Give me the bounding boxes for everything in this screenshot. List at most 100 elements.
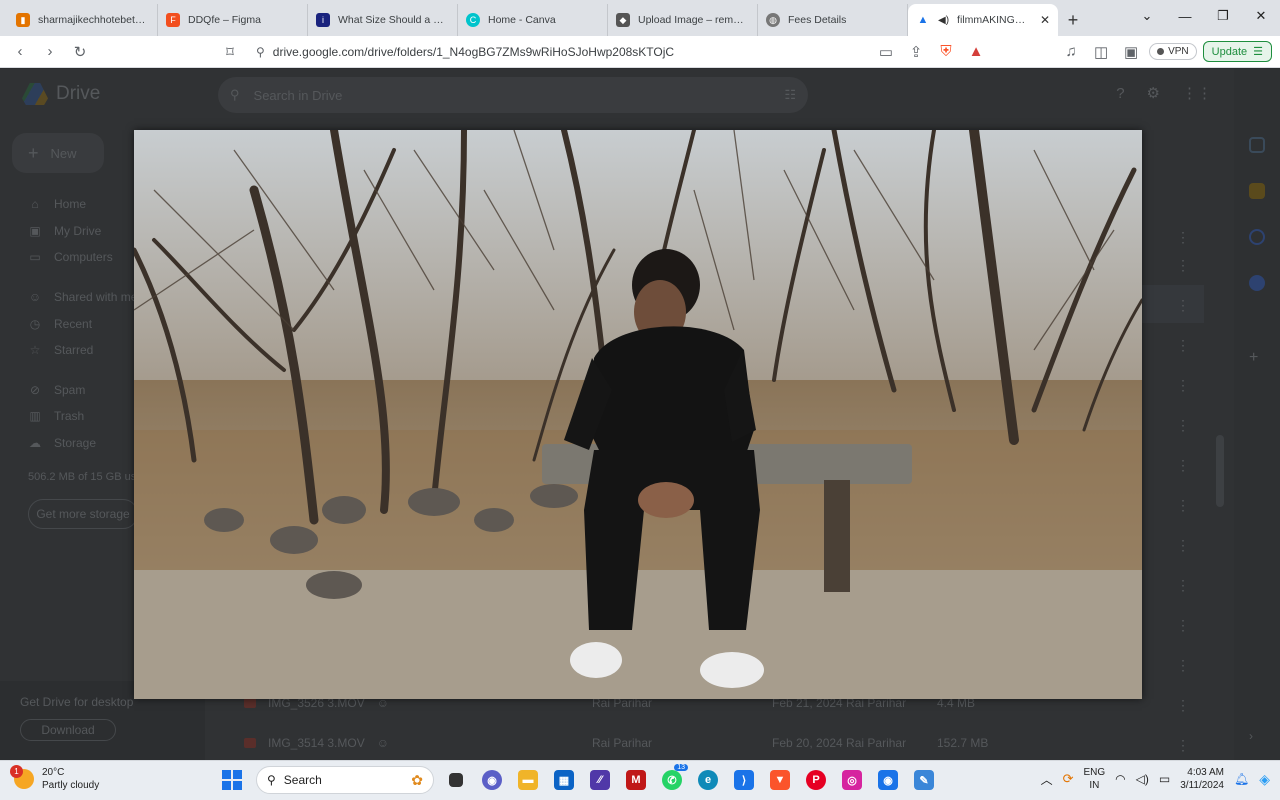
nav-spam[interactable]: ⊘ Spam (28, 377, 137, 404)
pinterest-icon[interactable]: P (802, 766, 830, 794)
brave-icon[interactable]: ▼ (766, 766, 794, 794)
nav-computers[interactable]: ▭ Computers (28, 244, 137, 271)
nav-trash[interactable]: ▥ Trash (28, 403, 137, 430)
nav-my-drive[interactable]: ▣ My Drive (28, 218, 137, 245)
contacts-icon[interactable] (1249, 275, 1265, 291)
tasks-icon[interactable] (1249, 229, 1265, 245)
copilot-icon[interactable]: ◈ (1259, 771, 1270, 788)
image-preview[interactable] (134, 130, 1142, 699)
taskbar-search[interactable]: ⚲ Search ✿ (256, 766, 434, 794)
reload-icon[interactable]: ↻ (68, 40, 92, 64)
more-actions-icon[interactable]: ⋮ (1176, 229, 1190, 246)
windows-start-icon[interactable] (222, 770, 242, 790)
site-settings-icon[interactable]: ⚲ (256, 45, 265, 59)
install-app-icon[interactable]: ▭ (874, 40, 898, 64)
keep-icon[interactable] (1249, 183, 1265, 199)
task-view-icon[interactable] (442, 766, 470, 794)
clock[interactable]: 4:03 AM 3/11/2024 (1180, 766, 1224, 792)
tab-drive-active[interactable]: ▲ ◀) filmmAKINGCOM ✕ (908, 4, 1058, 36)
language-indicator[interactable]: ENG IN (1084, 766, 1106, 792)
help-icon[interactable]: ? (1116, 85, 1124, 102)
nav-starred[interactable]: ☆ Starred (28, 337, 137, 364)
forward-icon[interactable]: › (38, 40, 62, 64)
show-hidden-icons-icon[interactable]: ︿ (1041, 771, 1053, 788)
get-more-storage-button[interactable]: Get more storage (28, 499, 138, 529)
drive-logo[interactable]: Drive (22, 83, 100, 105)
download-button[interactable]: Download (20, 719, 116, 741)
new-tab-button[interactable]: + (1058, 4, 1088, 36)
wallet-icon[interactable]: ▣ (1119, 40, 1143, 64)
scrollbar-thumb[interactable] (1216, 435, 1224, 507)
minimize-icon[interactable]: — (1166, 0, 1204, 32)
close-window-icon[interactable]: ✕ (1242, 0, 1280, 32)
bookmark-icon[interactable]: ⌑ (218, 40, 242, 64)
tab-analytics[interactable]: ▮ sharmajikechhotebete - C (8, 4, 158, 36)
tab-remove-bg[interactable]: ◆ Upload Image – remove.b (608, 4, 758, 36)
whatsapp-icon[interactable]: ✆ 13 (658, 764, 688, 794)
edge-icon[interactable]: e (694, 766, 722, 794)
more-actions-icon[interactable]: ⋮ (1176, 457, 1190, 474)
camera-app-icon[interactable]: ◉ (874, 766, 902, 794)
media-controls-icon[interactable]: ♫ (1059, 40, 1083, 64)
more-actions-icon[interactable]: ⋮ (1176, 537, 1190, 554)
tab-figma[interactable]: F DDQfe – Figma (158, 4, 308, 36)
new-button[interactable]: + New (12, 133, 104, 173)
update-button[interactable]: Update ☰ (1202, 41, 1272, 62)
more-actions-icon[interactable]: ⋮ (1176, 257, 1190, 274)
file-explorer-icon[interactable]: ▬ (514, 766, 542, 794)
nav-recent[interactable]: ◷ Recent (28, 310, 137, 337)
more-actions-icon[interactable]: ⋮ (1176, 337, 1190, 354)
volume-icon[interactable]: ◁) (1136, 772, 1149, 786)
more-actions-icon[interactable]: ⋮ (1176, 497, 1190, 514)
weather-widget[interactable]: 1 20°C Partly cloudy (10, 765, 100, 792)
sidebar-icon[interactable]: ◫ (1089, 40, 1113, 64)
close-tab-icon[interactable]: ✕ (1040, 13, 1050, 27)
vscode-icon[interactable]: ⟩ (730, 766, 758, 794)
restore-icon[interactable]: ❐ (1204, 0, 1242, 32)
search-highlight-icon: ✿ (411, 771, 423, 788)
address-bar[interactable]: ⚲ drive.google.com/drive/folders/1_N4ogB… (248, 40, 868, 64)
nav-home[interactable]: ⌂ Home (28, 191, 137, 218)
add-addon-icon[interactable]: + (1249, 349, 1265, 366)
tab-search-icon[interactable]: ⌄ (1128, 0, 1166, 32)
more-actions-icon[interactable]: ⋮ (1176, 577, 1190, 594)
more-actions-icon[interactable]: ⋮ (1176, 417, 1190, 434)
cloud-icon: ☁ (29, 436, 41, 451)
nav-storage[interactable]: ☁ Storage (28, 430, 137, 457)
instagram-icon[interactable]: ◎ (838, 766, 866, 794)
video-file-icon (244, 738, 256, 748)
vpn-button[interactable]: VPN (1149, 43, 1197, 60)
share-icon[interactable]: ⇪ (904, 40, 928, 64)
file-name: IMG_3514 3.MOV (268, 736, 365, 750)
weather-desc: Partly cloudy (42, 780, 100, 791)
drive-search-bar[interactable]: ⚲ Search in Drive ☷ (218, 77, 808, 113)
settings-gear-icon[interactable]: ⚙ (1147, 84, 1160, 102)
notification-bell-icon[interactable]: 🔔︎ (1234, 772, 1249, 786)
brave-shields-icon[interactable]: ⛨ (934, 40, 958, 64)
table-row[interactable]: IMG_3514 3.MOV ☺ Rai Parihar Feb 20, 2024… (214, 723, 1204, 763)
wifi-icon[interactable]: ◠ (1115, 772, 1125, 786)
tab-canva[interactable]: C Home - Canva (458, 4, 608, 36)
collapse-panel-icon[interactable]: › (1249, 729, 1265, 745)
sync-icon[interactable]: ⟳ (1063, 771, 1074, 787)
back-icon[interactable]: ‹ (8, 40, 32, 64)
more-actions-icon[interactable]: ⋮ (1176, 377, 1190, 394)
tab-logo-article[interactable]: i What Size Should a Logo (308, 4, 458, 36)
store-icon[interactable]: ▦ (550, 766, 578, 794)
apps-grid-icon[interactable]: ⋮⋮ (1182, 84, 1212, 102)
search-options-icon[interactable]: ☷ (784, 87, 796, 103)
ai-app-icon[interactable]: ⁄⁄ (586, 766, 614, 794)
more-actions-icon[interactable]: ⋮ (1176, 657, 1190, 674)
chat-icon[interactable]: ◉ (478, 766, 506, 794)
brave-rewards-icon[interactable]: ▲ (964, 40, 988, 64)
battery-icon[interactable]: ▭ (1159, 772, 1170, 786)
more-actions-icon[interactable]: ⋮ (1176, 297, 1190, 314)
snipping-tool-icon[interactable]: ✎ (910, 766, 938, 794)
tab-fees[interactable]: ◍ Fees Details (758, 4, 908, 36)
search-icon[interactable]: ⚲ (230, 87, 240, 103)
more-actions-icon[interactable]: ⋮ (1176, 617, 1190, 634)
mcafee-icon[interactable]: M (622, 766, 650, 794)
nav-shared[interactable]: ☺ Shared with me (28, 284, 138, 311)
calendar-icon[interactable] (1249, 137, 1265, 153)
audio-playing-icon[interactable]: ◀) (938, 15, 949, 26)
